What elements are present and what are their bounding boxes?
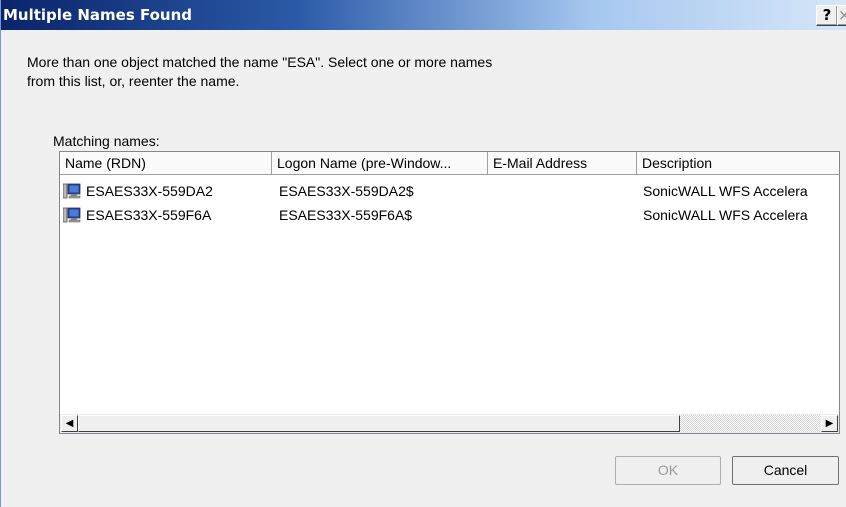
cancel-button[interactable]: Cancel [732, 456, 839, 485]
list-item[interactable]: ESAES33X-559F6A ESAES33X-559F6A$ SonicWA… [60, 204, 839, 226]
scroll-right-button[interactable]: ▶ [821, 415, 838, 432]
scrollbar-thumb[interactable] [78, 415, 680, 432]
cell-logon: ESAES33X-559DA2$ [279, 183, 414, 199]
computer-icon [63, 183, 81, 199]
matching-names-label: Matching names: [53, 133, 160, 149]
computer-icon [63, 207, 81, 223]
message-line-1: More than one object matched the name "E… [27, 54, 493, 70]
cell-description: SonicWALL WFS Accelera [643, 183, 808, 199]
list-header: Name (RDN) Logon Name (pre-Window... E-M… [60, 152, 839, 176]
column-header-name[interactable]: Name (RDN) [60, 152, 272, 175]
dialog-title: Multiple Names Found [3, 6, 193, 24]
list-item[interactable]: ESAES33X-559DA2 ESAES33X-559DA2$ SonicWA… [60, 180, 839, 202]
title-bar: Multiple Names Found ? × [1, 0, 846, 30]
cell-description: SonicWALL WFS Accelera [643, 207, 808, 223]
help-button[interactable]: ? [816, 5, 838, 26]
column-header-email[interactable]: E-Mail Address [488, 152, 637, 175]
cell-name: ESAES33X-559DA2 [86, 183, 213, 199]
horizontal-scrollbar[interactable]: ◀ ▶ [60, 414, 839, 433]
cell-logon: ESAES33X-559F6A$ [279, 207, 413, 223]
ok-button[interactable]: OK [615, 456, 721, 485]
message-line-2: from this list, or, reenter the name. [27, 73, 240, 89]
column-header-logon[interactable]: Logon Name (pre-Window... [272, 152, 488, 175]
scroll-left-button[interactable]: ◀ [61, 415, 78, 432]
dialog-window: Multiple Names Found ? × More than one o… [0, 0, 846, 507]
cell-name: ESAES33X-559F6A [86, 207, 212, 223]
column-header-description[interactable]: Description [637, 152, 839, 175]
matching-names-list[interactable]: Name (RDN) Logon Name (pre-Window... E-M… [59, 151, 840, 434]
close-button[interactable]: × [837, 5, 846, 26]
